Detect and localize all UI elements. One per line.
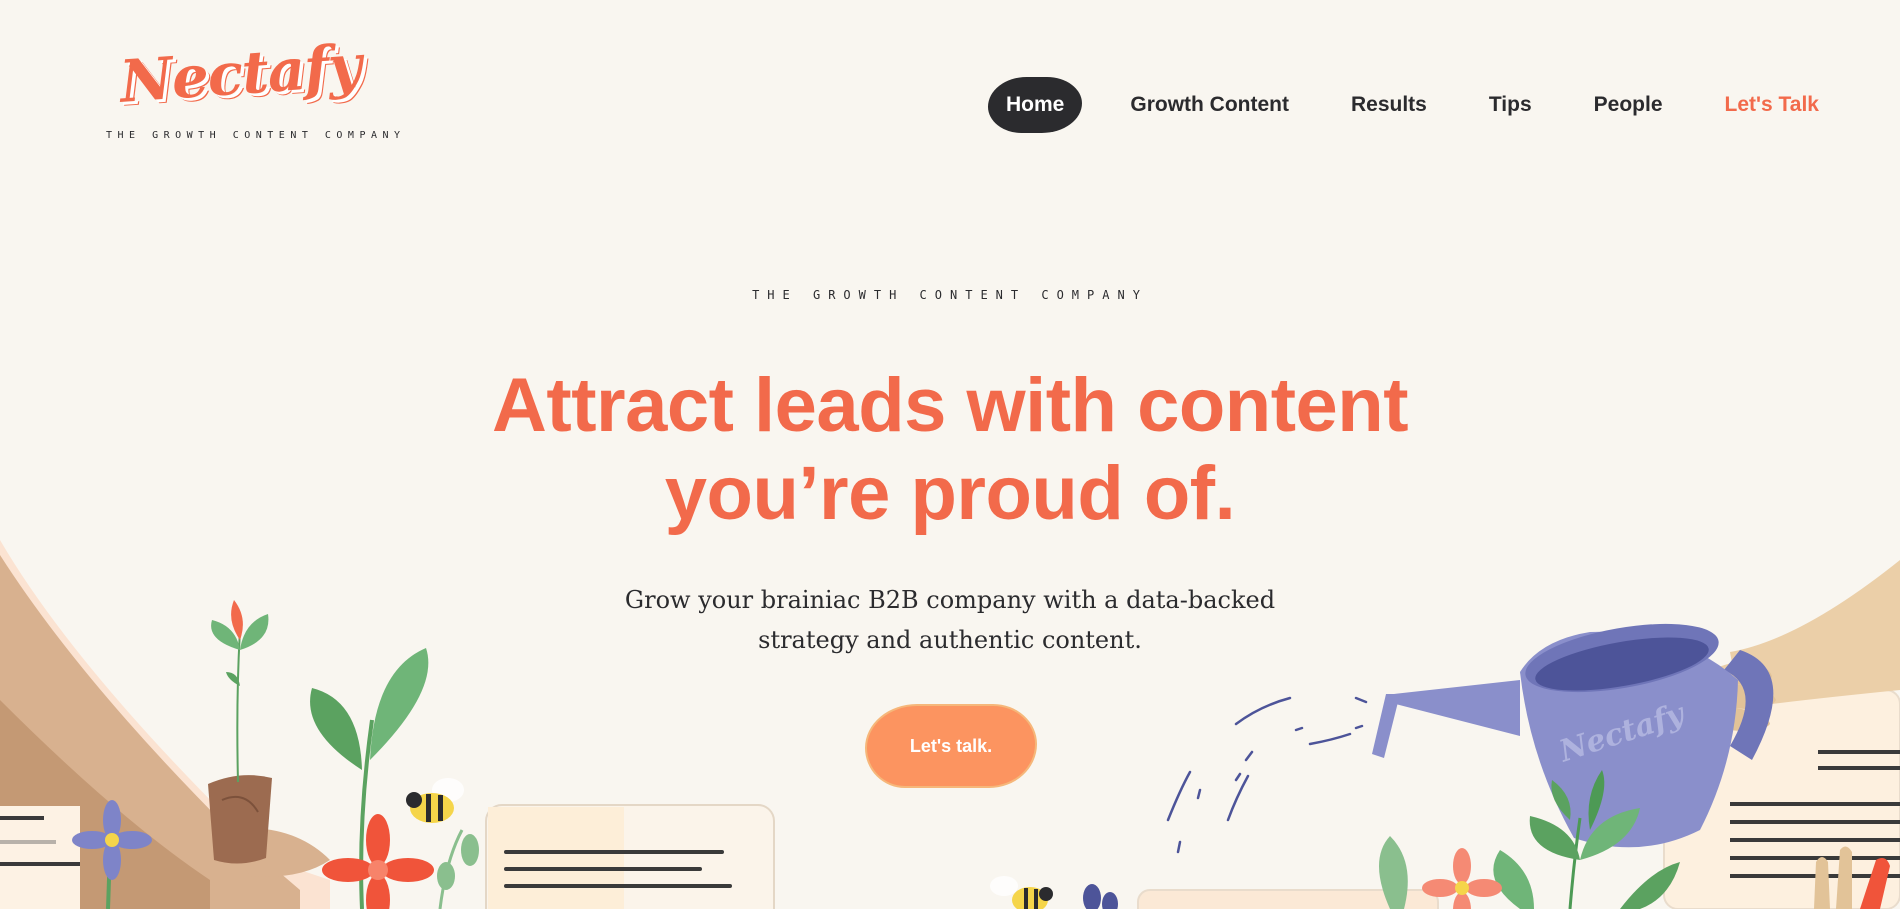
nav-tips[interactable]: Tips <box>1489 93 1532 117</box>
flower-icon <box>322 814 479 909</box>
leaf-icon <box>1379 770 1680 909</box>
flower-icon <box>1422 848 1502 909</box>
logo-wordmark: Nectafy <box>117 31 363 116</box>
cta-lets-talk-button[interactable]: Let's talk. <box>865 704 1037 788</box>
water-droplets-icon <box>1166 696 1368 854</box>
bee-icon <box>406 778 464 823</box>
watering-can-logo: Nectafy <box>1554 696 1690 770</box>
document-card-icon <box>485 804 775 909</box>
hero-subline: Grow your brainiac B2B company with a da… <box>0 580 1900 660</box>
flower-icon <box>1083 884 1118 909</box>
document-card-icon <box>0 806 80 909</box>
hand-icon <box>1814 846 1890 909</box>
flower-icon <box>72 800 152 909</box>
hero-headline-line2: you’re proud of. <box>664 451 1236 536</box>
nav-growth-content[interactable]: Growth Content <box>1130 93 1289 117</box>
nav-home[interactable]: Home <box>988 77 1083 133</box>
leaf-icon <box>310 648 429 909</box>
document-card-icon <box>1137 689 1900 909</box>
hero-headline-line1: Attract leads with content <box>492 363 1409 448</box>
main-nav: Home Growth Content Results Tips People … <box>988 76 1819 134</box>
hero-headline: Attract leads with content you’re proud … <box>0 362 1900 538</box>
logo-tagline: THE GROWTH CONTENT COMPANY <box>106 130 406 141</box>
nav-people[interactable]: People <box>1594 93 1663 117</box>
nav-results[interactable]: Results <box>1351 93 1427 117</box>
bee-icon <box>990 876 1053 909</box>
nav-lets-talk[interactable]: Let's Talk <box>1725 93 1819 117</box>
hero-subline-line2: strategy and authentic content. <box>758 626 1142 654</box>
hero-subline-line1: Grow your brainiac B2B company with a da… <box>624 586 1276 614</box>
hero-eyebrow: THE GROWTH CONTENT COMPANY <box>752 288 1148 302</box>
logo[interactable]: Nectafy THE GROWTH CONTENT COMPANY <box>106 31 406 141</box>
